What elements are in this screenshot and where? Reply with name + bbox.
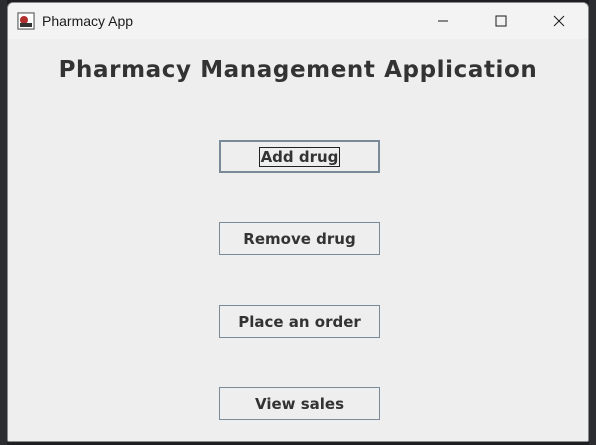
window-title: Pharmacy App bbox=[42, 13, 134, 29]
close-icon bbox=[553, 15, 565, 27]
window-controls bbox=[414, 3, 588, 39]
view-sales-button[interactable]: View sales bbox=[219, 387, 380, 420]
place-order-button[interactable]: Place an order bbox=[219, 305, 380, 338]
content-pane: Pharmacy Management Application Add drug… bbox=[8, 39, 588, 441]
remove-drug-button[interactable]: Remove drug bbox=[219, 222, 380, 255]
app-window: Pharmacy App Pharmacy Management Applica… bbox=[7, 2, 589, 442]
add-drug-button[interactable]: Add drug bbox=[219, 140, 380, 173]
page-title: Pharmacy Management Application bbox=[58, 57, 538, 83]
background-window-left bbox=[0, 0, 7, 445]
view-sales-label: View sales bbox=[254, 394, 345, 413]
remove-drug-label: Remove drug bbox=[243, 229, 356, 248]
background-window-right bbox=[589, 0, 596, 445]
place-order-label: Place an order bbox=[238, 312, 361, 331]
close-button[interactable] bbox=[530, 3, 588, 39]
title-bar[interactable]: Pharmacy App bbox=[8, 3, 588, 39]
maximize-button[interactable] bbox=[472, 3, 530, 39]
minimize-icon bbox=[438, 20, 448, 22]
maximize-icon bbox=[495, 15, 507, 27]
add-drug-label: Add drug bbox=[258, 146, 341, 167]
minimize-button[interactable] bbox=[414, 3, 472, 39]
app-icon bbox=[17, 12, 35, 30]
